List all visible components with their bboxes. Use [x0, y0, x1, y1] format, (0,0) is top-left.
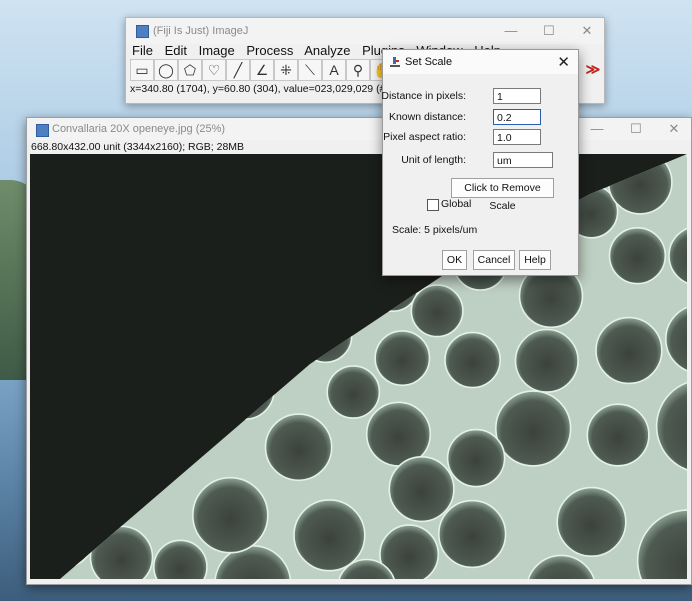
image-window-icon: [36, 124, 49, 137]
menu-process[interactable]: Process: [246, 43, 293, 58]
freehand-tool-icon[interactable]: ♡: [202, 59, 226, 81]
remove-scale-button[interactable]: Click to Remove Scale: [451, 178, 554, 212]
plant-cell: [495, 390, 572, 467]
image-info-line: 668.80x432.00 unit (3344x2160); RGB; 28M…: [31, 141, 245, 153]
unit-input[interactable]: um: [493, 152, 553, 168]
oval-tool-icon[interactable]: ◯: [154, 59, 178, 81]
dialog-title: Set Scale: [405, 56, 453, 68]
point-tool-icon[interactable]: ⁜: [274, 59, 298, 81]
wand-tool-icon[interactable]: ⟍: [298, 59, 322, 81]
scale-readout: Scale: 5 pixels/um: [392, 224, 478, 236]
menu-image[interactable]: Image: [199, 43, 235, 58]
microscope-icon: [390, 57, 400, 67]
plant-cell: [556, 486, 627, 558]
fiji-app-icon: [136, 25, 149, 38]
plant-cell: [444, 331, 502, 389]
cancel-button[interactable]: Cancel: [473, 250, 515, 270]
plant-cell: [326, 365, 381, 419]
plant-cell: [192, 476, 269, 554]
ok-button[interactable]: OK: [442, 250, 467, 270]
image-close-button[interactable]: ✕: [659, 120, 689, 138]
set-scale-dialog: Set Scale ✕ Distance in pixels: 1 Known …: [381, 49, 579, 276]
image-window-title: Convallaria 20X openeye.jpg (25%): [52, 123, 226, 135]
dialog-close-icon[interactable]: ✕: [557, 53, 570, 71]
image-title-bar[interactable]: Convallaria 20X openeye.jpg (25%) — ☐ ✕: [27, 118, 691, 140]
plant-cell: [438, 499, 507, 569]
plant-cell: [264, 413, 333, 482]
magnifier-tool-icon[interactable]: ⚲: [346, 59, 370, 81]
text-tool-icon[interactable]: A: [322, 59, 346, 81]
known-distance-input[interactable]: 0.2: [493, 109, 541, 125]
angle-tool-icon[interactable]: ∠: [250, 59, 274, 81]
plant-cell: [293, 499, 366, 572]
fiji-title: (Fiji Is Just) ImageJ: [153, 25, 249, 37]
fiji-title-bar[interactable]: (Fiji Is Just) ImageJ — ☐ ✕: [126, 18, 604, 44]
plant-cell: [586, 403, 650, 467]
plant-cell: [446, 428, 506, 488]
fiji-maximize-button[interactable]: ☐: [534, 22, 564, 40]
line-tool-icon[interactable]: ╱: [226, 59, 250, 81]
fiji-close-button[interactable]: ✕: [572, 22, 602, 40]
fiji-status-bar: x=340.80 (1704), y=60.80 (304), value=02…: [130, 83, 392, 95]
rectangle-tool-icon[interactable]: ▭: [130, 59, 154, 81]
unit-label: Unit of length:: [401, 154, 466, 166]
menu-analyze[interactable]: Analyze: [304, 43, 350, 58]
image-canvas[interactable]: [30, 154, 687, 579]
plant-cell: [388, 456, 455, 523]
global-label: Global: [441, 198, 472, 210]
plant-cell: [374, 330, 431, 387]
polygon-tool-icon[interactable]: ⬠: [178, 59, 202, 81]
image-window: Convallaria 20X openeye.jpg (25%) — ☐ ✕ …: [26, 117, 692, 585]
menu-edit[interactable]: Edit: [165, 43, 187, 58]
plant-cell: [410, 284, 464, 338]
image-minimize-button[interactable]: —: [582, 120, 612, 138]
help-button[interactable]: Help: [519, 250, 551, 270]
menu-file[interactable]: File: [132, 43, 153, 58]
dialog-title-bar[interactable]: Set Scale ✕: [383, 50, 578, 74]
fiji-minimize-button[interactable]: —: [496, 22, 526, 40]
image-maximize-button[interactable]: ☐: [621, 120, 651, 138]
aspect-ratio-input[interactable]: 1.0: [493, 129, 541, 145]
more-tools-icon[interactable]: ≫: [582, 59, 604, 79]
aspect-ratio-label: Pixel aspect ratio:: [383, 131, 466, 143]
distance-pixels-label: Distance in pixels:: [381, 90, 466, 102]
plant-cell: [514, 328, 579, 393]
plant-cell: [595, 316, 663, 385]
known-distance-label: Known distance:: [388, 111, 466, 123]
microscopy-image: [30, 154, 687, 579]
distance-pixels-input[interactable]: 1: [493, 88, 541, 104]
plant-cell: [608, 226, 667, 285]
global-checkbox[interactable]: [427, 199, 439, 211]
